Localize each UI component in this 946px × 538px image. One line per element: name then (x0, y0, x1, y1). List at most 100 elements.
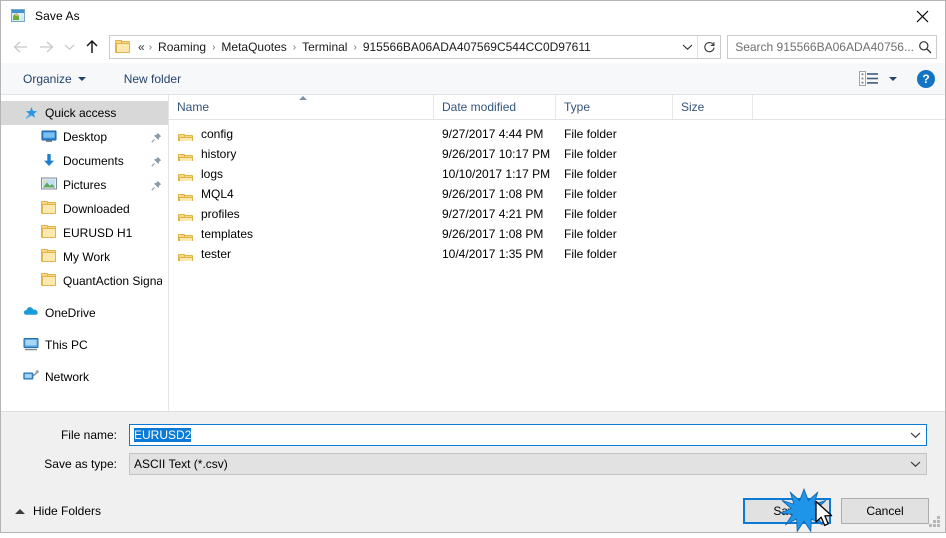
file-type: File folder (564, 247, 617, 261)
table-row[interactable]: tester 10/4/2017 1:35 PM File folder (169, 244, 945, 264)
file-name-cell: config (169, 127, 434, 141)
table-row[interactable]: templates 9/26/2017 1:08 PM File folder (169, 224, 945, 244)
sidebar-item-eurusd-h1[interactable]: EURUSD H1 (1, 221, 168, 245)
help-label: ? (922, 71, 930, 86)
column-header-name[interactable]: Name (169, 95, 434, 119)
sidebar-label: Desktop (63, 130, 108, 144)
chevron-up-icon (15, 508, 25, 514)
pin-icon[interactable] (150, 180, 162, 191)
view-options-button[interactable] (855, 69, 901, 89)
breadcrumb-separator: › (292, 41, 297, 53)
table-row[interactable]: history 9/26/2017 10:17 PM File folder (169, 144, 945, 164)
breadcrumb-overflow[interactable]: « (135, 39, 146, 55)
column-header-size[interactable]: Size (673, 95, 753, 119)
column-header-date-modified[interactable]: Date modified (434, 95, 556, 119)
organize-label: Organize (23, 71, 72, 86)
sidebar-item-my-work[interactable]: My Work (1, 245, 168, 269)
sidebar-item-downloaded[interactable]: Downloaded (1, 197, 168, 221)
file-name-cell: tester (169, 247, 434, 261)
network-icon (23, 369, 39, 385)
sidebar-item-quick-access[interactable]: Quick access (1, 101, 168, 125)
folder-icon (41, 273, 57, 289)
help-icon[interactable]: ? (917, 69, 935, 88)
sidebar-item-desktop[interactable]: Desktop (1, 125, 168, 149)
sidebar-item-documents[interactable]: Documents (1, 149, 168, 173)
new-folder-button[interactable]: New folder (116, 69, 189, 89)
column-label: Name (177, 100, 210, 114)
title-bar: Save As (1, 1, 945, 31)
file-name: config (201, 127, 234, 141)
table-row[interactable]: config 9/27/2017 4:44 PM File folder (169, 124, 945, 144)
breadcrumb-separator: › (353, 41, 357, 53)
close-button[interactable] (899, 1, 945, 31)
table-row[interactable]: profiles 9/27/2017 4:21 PM File folder (169, 204, 945, 224)
sidebar-divider (1, 357, 168, 365)
sidebar-item-network[interactable]: Network (1, 365, 168, 389)
breadcrumb-item-terminal-id[interactable]: 915566BA06ADA407569C544CC0D97611 (360, 39, 594, 55)
file-date: 9/27/2017 4:44 PM (442, 127, 544, 141)
file-type: File folder (564, 127, 617, 141)
breadcrumb: « › Roaming › MetaQuotes › Terminal › 91… (135, 39, 677, 55)
sidebar-label: OneDrive (45, 306, 96, 320)
pin-icon[interactable] (150, 156, 162, 167)
sort-ascending-icon (299, 96, 307, 100)
file-name: profiles (201, 207, 240, 221)
chevron-down-icon[interactable] (904, 425, 926, 445)
file-list: Name Date modified Type Size config 9/27… (169, 95, 945, 411)
file-type: File folder (564, 227, 617, 241)
column-label: Size (681, 100, 705, 114)
sidebar-label: This PC (45, 338, 88, 352)
breadcrumb-separator: › (148, 41, 153, 53)
sidebar-label: My Work (63, 250, 111, 264)
sidebar-divider (1, 325, 168, 333)
table-row[interactable]: logs 10/10/2017 1:17 PM File folder (169, 164, 945, 184)
breadcrumb-item-terminal[interactable]: Terminal (299, 39, 350, 55)
sidebar-item-quantaction-signal[interactable]: QuantAction Signal (1, 269, 168, 293)
column-header-type[interactable]: Type (556, 95, 673, 119)
table-row[interactable]: MQL4 9/26/2017 1:08 PM File folder (169, 184, 945, 204)
up-button[interactable] (79, 34, 105, 60)
window-title: Save As (35, 9, 80, 23)
chevron-down-icon[interactable] (904, 454, 926, 474)
column-label: Date modified (442, 100, 517, 114)
file-name-cell: MQL4 (169, 187, 434, 201)
dialog-footer: Hide Folders Save Cancel (1, 490, 945, 532)
hide-folders-button[interactable]: Hide Folders (11, 500, 105, 522)
sidebar-item-onedrive[interactable]: OneDrive (1, 301, 168, 325)
file-type: File folder (564, 167, 617, 181)
address-bar[interactable]: « › Roaming › MetaQuotes › Terminal › 91… (109, 35, 722, 59)
file-rows: config 9/27/2017 4:44 PM File folder his… (169, 120, 945, 411)
resize-grip-icon[interactable] (928, 516, 941, 529)
pc-icon (23, 337, 39, 353)
file-name-value: EURUSD2 (130, 428, 904, 442)
breadcrumb-item-roaming[interactable]: Roaming (155, 39, 209, 55)
file-name-input[interactable]: EURUSD2 (129, 424, 927, 446)
organize-button[interactable]: Organize (15, 69, 94, 89)
save-button[interactable]: Save (743, 498, 831, 524)
sidebar-label: Documents (63, 154, 124, 168)
sidebar-label: Downloaded (63, 202, 130, 216)
search-icon[interactable] (914, 36, 936, 58)
sidebar-item-pictures[interactable]: Pictures (1, 173, 168, 197)
file-date: 10/4/2017 1:35 PM (442, 247, 544, 261)
sidebar-label: Quick access (45, 106, 117, 120)
search-input[interactable]: Search 915566BA06ADA40756... (727, 35, 937, 59)
save-label: Save (773, 504, 801, 518)
save-as-type-value: ASCII Text (*.csv) (134, 457, 228, 471)
pin-icon[interactable] (150, 132, 162, 143)
refresh-icon[interactable] (697, 36, 720, 58)
recent-locations-button[interactable] (59, 34, 79, 60)
address-dropdown-icon[interactable] (677, 36, 697, 58)
breadcrumb-separator: › (212, 41, 216, 53)
cancel-button[interactable]: Cancel (841, 498, 929, 524)
sidebar-item-this-pc[interactable]: This PC (1, 333, 168, 357)
hide-folders-label: Hide Folders (33, 504, 102, 518)
back-button[interactable] (7, 34, 33, 60)
forward-button[interactable] (33, 34, 59, 60)
breadcrumb-item-metaquotes[interactable]: MetaQuotes (218, 39, 289, 55)
sidebar-label: QuantAction Signal (63, 274, 162, 288)
download-arrow-icon (41, 153, 57, 169)
save-as-type-select[interactable]: ASCII Text (*.csv) (129, 453, 927, 475)
file-name-cell: templates (169, 227, 434, 241)
sidebar-label: EURUSD H1 (63, 226, 133, 240)
